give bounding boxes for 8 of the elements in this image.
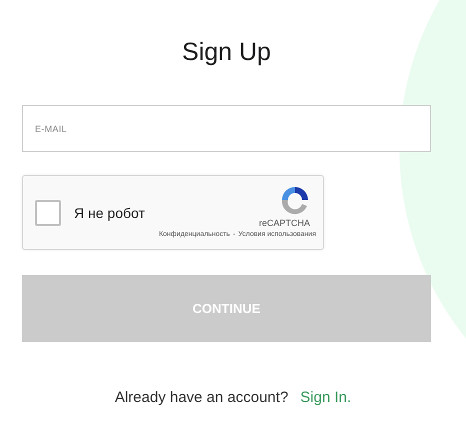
account-prompt: Already have an account? [114,389,288,406]
email-field[interactable]: E-MAIL [22,105,431,152]
recaptcha-brand: reCAPTCHA [258,218,310,228]
recaptcha-logo-icon [279,184,311,216]
sign-in-link[interactable]: Sign In. [300,389,352,406]
captcha-label: Я не робот [74,204,145,220]
page-title: Sign Up [181,37,272,68]
captcha-checkbox[interactable] [35,200,61,226]
